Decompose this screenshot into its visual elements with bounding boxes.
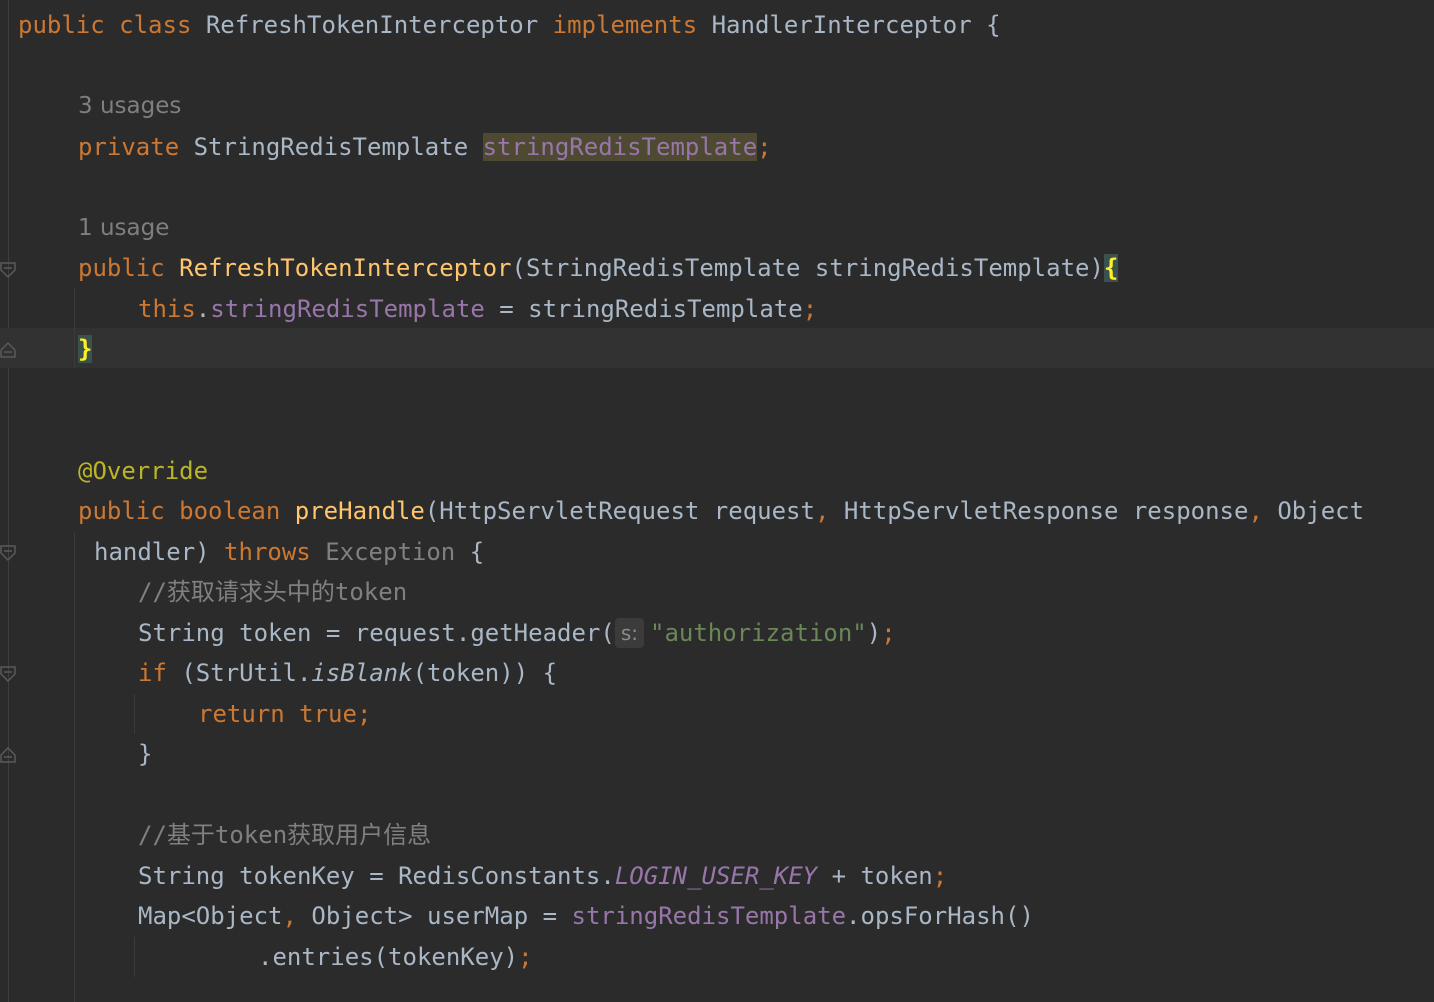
constant: LOGIN_USER_KEY — [614, 862, 818, 890]
string-literal: "authorization" — [650, 619, 867, 647]
code-line-ctor-close[interactable]: } — [78, 329, 93, 369]
fold-expand-icon[interactable] — [0, 340, 16, 358]
dot: . — [195, 295, 211, 323]
condition: (StrUtil. — [166, 659, 312, 687]
params: handler) — [94, 538, 225, 566]
code-line-if-close[interactable]: } — [138, 734, 152, 774]
statement: String token = request.getHeader( — [138, 619, 615, 647]
params: (HttpServletRequest request — [424, 497, 815, 525]
semicolon: ; — [932, 862, 948, 890]
code-line-comment[interactable]: //获取请求头中的token — [138, 572, 407, 612]
keyword: return — [198, 700, 285, 728]
exception-type: Exception — [325, 538, 456, 566]
usages-hint-label: 3 usages — [78, 93, 182, 119]
fold-collapse-icon[interactable] — [0, 666, 16, 684]
indent-guide — [134, 694, 135, 734]
code-line-get-header[interactable]: String token = request.getHeader(s: "auth… — [138, 613, 896, 653]
usages-hint-label: 1 usage — [78, 215, 170, 241]
method-name: RefreshTokenInterceptor — [179, 254, 512, 282]
parameter-name-hint: s: — [614, 618, 644, 648]
code-line-method-decl[interactable]: public boolean preHandle(HttpServletRequ… — [78, 491, 1364, 531]
statement: Map<Object — [138, 902, 283, 930]
comma: , — [1248, 497, 1263, 525]
matched-brace: { — [1103, 254, 1119, 282]
code-line-token-key[interactable]: String tokenKey = RedisConstants.LOGIN_U… — [138, 856, 947, 896]
comment: //获取请求头中的token — [138, 578, 408, 606]
code-line-user-map[interactable]: Map<Object, Object> userMap = stringRedi… — [138, 896, 1034, 936]
code-line-if[interactable]: if (StrUtil.isBlank(token)) { — [138, 653, 557, 693]
semicolon: ; — [757, 133, 772, 161]
keyword: public — [78, 497, 165, 525]
brace: } — [138, 740, 153, 768]
keyword: this — [138, 295, 196, 323]
field-name: stringRedisTemplate — [482, 133, 758, 161]
code-line-method-decl-cont[interactable]: handler) throws Exception { — [94, 532, 484, 572]
semicolon: ; — [881, 619, 896, 647]
fold-expand-icon[interactable] — [0, 745, 16, 763]
keyword: public — [78, 254, 165, 282]
code-editor[interactable]: public class RefreshTokenInterceptor imp… — [0, 0, 1434, 1002]
code-line-return[interactable]: return true; — [198, 694, 371, 734]
assignment: = stringRedisTemplate — [484, 295, 803, 323]
semicolon: ; — [356, 700, 372, 728]
interface-name: HandlerInterceptor — [711, 11, 972, 39]
condition: (token)) { — [412, 659, 558, 687]
method-name: preHandle — [294, 497, 425, 525]
code-line-comment[interactable]: //基于token获取用户信息 — [138, 815, 431, 855]
keyword: true — [299, 700, 357, 728]
indent-guide — [134, 937, 135, 977]
keyword: boolean — [179, 497, 281, 525]
params: HttpServletResponse response — [829, 497, 1249, 525]
field-ref: stringRedisTemplate — [210, 295, 485, 323]
brace: { — [455, 538, 485, 566]
comma: , — [282, 902, 297, 930]
keyword: public — [18, 11, 105, 39]
code-line-class-decl[interactable]: public class RefreshTokenInterceptor imp… — [18, 5, 1001, 45]
statement: Object> userMap = — [296, 902, 572, 930]
comment: //基于token获取用户信息 — [138, 821, 432, 849]
keyword: private — [78, 133, 180, 161]
method-call: .opsForHash() — [846, 902, 1034, 930]
indent-guide — [74, 532, 75, 1002]
statement: + token — [817, 862, 933, 890]
brace: { — [971, 11, 1001, 39]
semicolon: ; — [802, 295, 818, 323]
static-method-call: isBlank — [311, 659, 413, 687]
gutter — [8, 0, 9, 1002]
code-line-entries[interactable]: .entries(tokenKey); — [258, 937, 533, 977]
current-line-highlight — [0, 328, 1434, 368]
field-ref: stringRedisTemplate — [571, 902, 847, 930]
params: Object — [1262, 497, 1365, 525]
params: (StringRedisTemplate stringRedisTemplate… — [511, 254, 1104, 282]
matched-brace: } — [78, 335, 93, 363]
semicolon: ; — [518, 943, 533, 971]
paren: ) — [866, 619, 882, 647]
keyword: class — [119, 11, 192, 39]
comma: , — [814, 497, 830, 525]
statement: String tokenKey = RedisConstants. — [138, 862, 615, 890]
fold-collapse-icon[interactable] — [0, 262, 16, 280]
code-line-field-decl[interactable]: private StringRedisTemplate stringRedisT… — [78, 127, 772, 167]
code-line-ctor-decl[interactable]: public RefreshTokenInterceptor(StringRed… — [78, 248, 1119, 288]
keyword: if — [138, 659, 167, 687]
type-name: StringRedisTemplate — [193, 133, 469, 161]
indent-guide — [74, 288, 75, 368]
keyword: implements — [552, 11, 698, 39]
method-call: .entries(tokenKey) — [258, 943, 519, 971]
code-line-ctor-body[interactable]: this.stringRedisTemplate = stringRedisTe… — [138, 289, 817, 329]
code-line-annotation[interactable]: @Override — [78, 451, 208, 491]
fold-collapse-icon[interactable] — [0, 545, 16, 563]
keyword: throws — [224, 538, 311, 566]
annotation: @Override — [78, 457, 209, 485]
usages-hint[interactable]: 1 usage — [78, 208, 169, 248]
usages-hint[interactable]: 3 usages — [78, 86, 181, 126]
class-name: RefreshTokenInterceptor — [205, 11, 539, 39]
